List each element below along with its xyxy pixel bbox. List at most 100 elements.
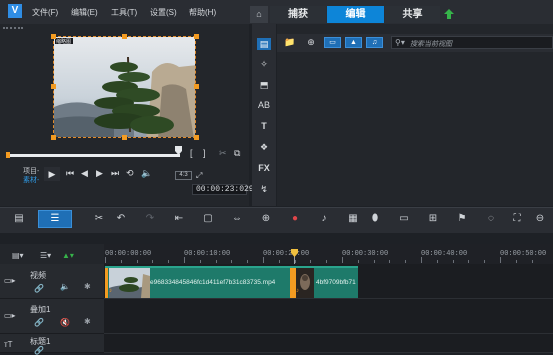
preview-window[interactable]: 缩略图	[53, 36, 196, 138]
tab-share[interactable]: 共享	[385, 6, 440, 23]
link-icon[interactable]: 🔗	[34, 284, 44, 293]
video-clip[interactable]: e968334845846fc1d411ef7b31c83735.mp4 ♪	[105, 266, 293, 298]
folder-icon[interactable]: 📁	[283, 37, 297, 48]
repeat-icon[interactable]: ⟲	[126, 168, 134, 179]
resize-handle-tr[interactable]	[194, 34, 199, 39]
chapter-icon[interactable]: ☰▾	[40, 251, 51, 260]
show-photos-button[interactable]: ▲	[345, 37, 362, 48]
resize-handle-tl[interactable]	[51, 34, 56, 39]
track-header-overlay: ▭▸ 叠加1 🔗 🔇 ✱	[0, 299, 104, 334]
play-icon[interactable]: ▶	[44, 167, 60, 181]
motion-tracking-icon[interactable]: ⬮	[368, 212, 382, 226]
ruler-label: 00:00:00:00	[105, 250, 152, 258]
ruler-tick	[184, 257, 185, 263]
title-icon[interactable]: T	[257, 120, 271, 132]
home-icon[interactable]: ⌂	[250, 6, 268, 23]
go-to-end-icon[interactable]: ⏭	[111, 168, 119, 179]
add-track-icon[interactable]: ▲▾	[62, 251, 74, 260]
resize-handle-bl[interactable]	[51, 135, 56, 140]
mute-icon[interactable]: 🔈	[60, 282, 70, 291]
track-header-video: ▭▸ 视频 🔗 🔈 ✱	[0, 264, 104, 299]
trim-icon[interactable]: ⇤	[172, 212, 186, 226]
mute-icon[interactable]: 🔇	[60, 318, 70, 327]
lasso-icon[interactable]: ◌	[484, 212, 498, 226]
link-icon[interactable]: 🔗	[34, 318, 44, 327]
track-body-overlay[interactable]	[104, 299, 553, 334]
menu-help[interactable]: 帮助(H)	[189, 7, 216, 18]
storyboard-view-icon[interactable]: ▤	[12, 212, 26, 226]
ruler-tick	[326, 260, 328, 263]
timecode-display[interactable]: 00:00:23:029	[192, 184, 254, 195]
menu-file[interactable]: 文件(F)	[32, 7, 58, 18]
go-to-start-icon[interactable]: ⏮	[66, 168, 74, 179]
timeline-ruler[interactable]	[104, 244, 553, 264]
resize-handle-bm[interactable]	[122, 135, 127, 140]
transition-icon[interactable]: ⬒	[257, 79, 271, 91]
redo-icon[interactable]: ↷	[143, 212, 157, 226]
auto-music-icon[interactable]: ▦	[346, 212, 360, 226]
add-icon[interactable]: ⊕	[304, 37, 318, 48]
pan-zoom-icon[interactable]: ⊕	[259, 212, 273, 226]
resize-handle-tm[interactable]	[122, 34, 127, 39]
clip-mode-label[interactable]: 素材-	[23, 175, 39, 185]
tab-edit[interactable]: 编辑	[327, 6, 384, 23]
resize-handle-mr[interactable]	[194, 84, 199, 89]
ruler-tick	[263, 257, 264, 263]
instant-project-icon[interactable]: ✧	[257, 58, 271, 70]
show-audio-button[interactable]: ♫	[366, 37, 383, 48]
menu-tools[interactable]: 工具(T)	[111, 7, 137, 18]
overlay-track-icon: ▭▸	[4, 311, 16, 320]
enlarge-preview-icon[interactable]: ⤢	[196, 171, 202, 181]
ruler-tick	[421, 257, 422, 263]
preview-image	[54, 37, 195, 137]
undo-icon[interactable]: ↶	[114, 212, 128, 226]
mark-out-button[interactable]: ]	[203, 148, 206, 158]
ripple-icon[interactable]: ✱	[84, 317, 91, 326]
ruler-tick	[500, 257, 501, 263]
link-icon[interactable]: 🔗	[34, 346, 44, 355]
split-icon[interactable]: ⇔	[230, 212, 244, 226]
resize-handle-ml[interactable]	[51, 84, 56, 89]
fit-project-icon[interactable]: ⛶	[510, 212, 524, 226]
show-videos-button[interactable]: ▭	[324, 37, 341, 48]
audio-mixer-icon[interactable]: ♪	[317, 212, 331, 226]
ruler-label: 00:00:20:00	[263, 250, 310, 258]
ruler-tick	[278, 260, 280, 263]
clip-trim-handle-left[interactable]	[105, 268, 108, 298]
copy-icon[interactable]: ⧉	[234, 148, 240, 159]
tab-capture[interactable]: 捕获	[270, 6, 326, 23]
library-search-input[interactable]: ⚲▾ 搜索当前视图	[391, 36, 553, 49]
path-icon[interactable]: ↯	[257, 183, 271, 195]
media-library-icon[interactable]: ▤	[257, 38, 271, 50]
video-clip[interactable]: 4bf9709bfb712 ♪	[293, 266, 358, 298]
menu-edit[interactable]: 编辑(E)	[71, 7, 98, 18]
zoom-out-icon[interactable]: ⊖	[533, 212, 547, 226]
graphics-icon[interactable]: ❖	[257, 141, 271, 153]
scrub-thumb[interactable]	[175, 146, 182, 155]
next-frame-icon[interactable]: ▶	[96, 168, 103, 179]
upload-arrow-icon[interactable]	[444, 9, 454, 19]
ab-transition-icon[interactable]: AB	[257, 99, 271, 111]
ripple-icon[interactable]: ✱	[84, 282, 91, 291]
mark-in-button[interactable]: [	[190, 148, 193, 158]
filter-icon[interactable]: FX	[257, 162, 271, 174]
search-placeholder: 搜索当前视图	[410, 41, 452, 48]
multicam-icon[interactable]: ⊞	[426, 212, 440, 226]
split-clip-icon[interactable]: ✂	[219, 148, 227, 159]
menu-settings[interactable]: 设置(S)	[150, 7, 177, 18]
track-manager-icon[interactable]: ▤▾	[12, 251, 24, 260]
clip-filename: e968334845846fc1d411ef7b31c83735.mp4	[150, 279, 276, 286]
resize-handle-br[interactable]	[194, 135, 199, 140]
trim-start-marker[interactable]	[6, 152, 10, 158]
aspect-ratio-select[interactable]: 4:3	[175, 171, 192, 180]
playhead-handle[interactable]	[291, 249, 298, 257]
crop-icon[interactable]: ▢	[201, 212, 215, 226]
volume-icon[interactable]: 🔈	[141, 168, 152, 179]
track-body-title[interactable]	[104, 334, 553, 353]
subtitle-icon[interactable]: ▭	[397, 212, 411, 226]
scrub-bar[interactable]	[6, 154, 180, 157]
speed-icon[interactable]: ⚑	[455, 212, 469, 226]
record-icon[interactable]: ●	[288, 212, 302, 226]
toolbox-icon[interactable]: ✂	[92, 212, 106, 226]
previous-frame-icon[interactable]: ◀	[81, 168, 88, 179]
